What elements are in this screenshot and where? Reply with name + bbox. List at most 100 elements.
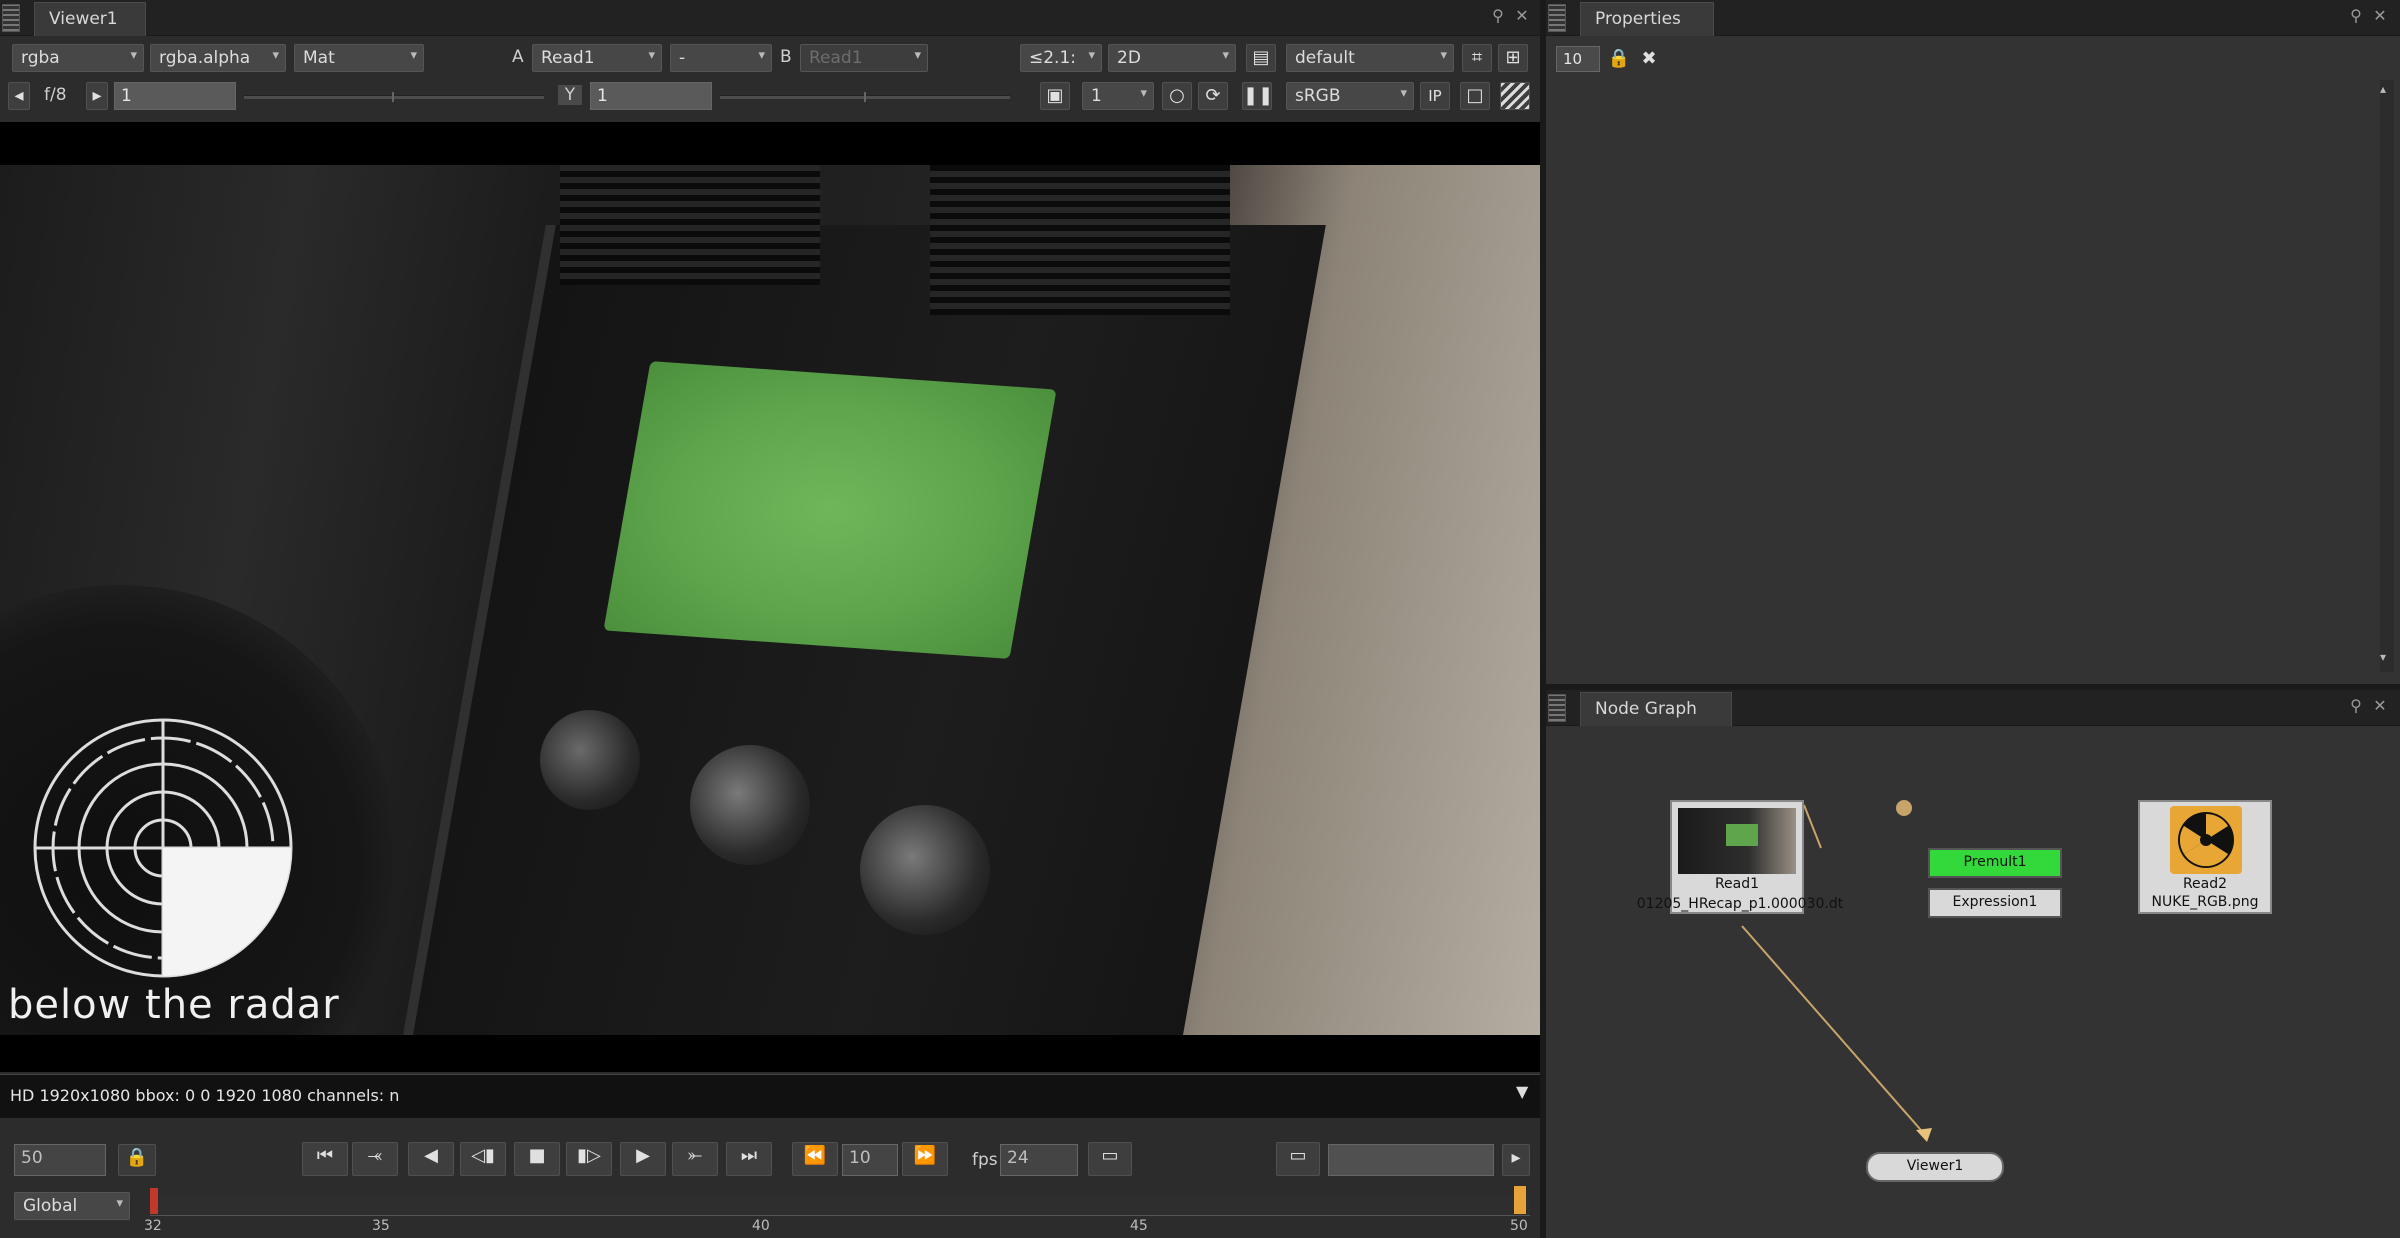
refresh-icon[interactable]: ⟳ xyxy=(1198,82,1228,110)
chevron-down-icon: ▾ xyxy=(1400,86,1407,101)
dot-label: Dot xyxy=(1904,794,1924,807)
tab-properties[interactable]: Properties xyxy=(1580,2,1714,36)
timeline-tick-label: 32 xyxy=(144,1218,162,1234)
fps-field[interactable]: 24 xyxy=(1000,1144,1078,1176)
lock-properties-icon[interactable]: 🔒 xyxy=(1606,46,1632,72)
frame-range-field[interactable] xyxy=(1328,1144,1494,1176)
proxy-value: 1 xyxy=(1091,86,1102,106)
viewer1-node-label: Viewer1 xyxy=(1906,1158,1964,1174)
timeline-track[interactable] xyxy=(150,1196,1530,1216)
flipbook-icon[interactable]: ▭ xyxy=(1276,1142,1320,1176)
node-read2[interactable]: Read2 NUKE_RGB.png xyxy=(2138,800,2272,914)
alpha-channel-dropdown[interactable]: rgba.alpha ▾ xyxy=(150,44,286,72)
preview-circle-icon[interactable]: ○ xyxy=(1162,82,1192,110)
increment-field[interactable]: 10 xyxy=(842,1144,898,1176)
input-b-dropdown[interactable]: Read1 ▾ xyxy=(800,44,928,72)
view-mode-dropdown[interactable]: 2D ▾ xyxy=(1108,44,1236,72)
skip-forward-icon[interactable]: ⏩ xyxy=(902,1142,948,1176)
properties-tabbar: Properties ⚲ ✕ xyxy=(1546,0,2400,36)
read2-label: Read2 xyxy=(2182,876,2228,892)
last-frame-icon[interactable]: ⏭ xyxy=(726,1142,772,1176)
lut-dropdown[interactable]: default ▾ xyxy=(1286,44,1454,72)
range-arrow-icon[interactable]: ▸ xyxy=(1502,1144,1530,1176)
footage-frame: below the radar xyxy=(0,165,1540,1035)
slider-tick xyxy=(392,92,394,102)
ip-button[interactable]: IP xyxy=(1420,82,1450,110)
proxy-dropdown[interactable]: 1 ▾ xyxy=(1082,82,1154,110)
play-forward-icon[interactable]: ▮▷ xyxy=(566,1142,612,1176)
close-panel-icon[interactable]: ✕ xyxy=(1512,6,1532,26)
scroll-down-icon[interactable]: ▾ xyxy=(2380,650,2386,664)
skip-back-icon[interactable]: ⏪ xyxy=(792,1142,838,1176)
read2-filename: NUKE_RGB.png xyxy=(2151,894,2259,910)
next-keyframe-icon[interactable]: ⤜ xyxy=(672,1142,718,1176)
gain-field[interactable]: 1 xyxy=(114,82,236,110)
colorspace-dropdown[interactable]: sRGB ▾ xyxy=(1286,82,1414,110)
tab-viewer1[interactable]: Viewer1 xyxy=(34,2,146,36)
read2-thumbnail xyxy=(2170,806,2242,874)
overlay-icon[interactable]: □ xyxy=(1460,82,1490,110)
input-b-value: Read1 xyxy=(809,48,863,68)
chevron-down-icon: ▾ xyxy=(130,48,137,63)
lut-value: default xyxy=(1295,48,1355,68)
pause-icon[interactable]: ❚❚ xyxy=(1242,82,1273,110)
roi-icon[interactable]: ⌗ xyxy=(1462,44,1492,72)
input-a-dropdown[interactable]: Read1 ▾ xyxy=(532,44,662,72)
clipboard-icon[interactable]: ▤ xyxy=(1246,44,1276,72)
max-panels-field[interactable]: 10 xyxy=(1556,46,1600,72)
float-panel-icon[interactable]: ⚲ xyxy=(2346,6,2366,26)
float-panel-icon[interactable]: ⚲ xyxy=(1488,6,1508,26)
fstop-decrease-icon[interactable]: ◂ xyxy=(8,82,30,110)
channels-value: rgba xyxy=(21,48,60,68)
chevron-down-icon: ▾ xyxy=(1222,48,1229,63)
channels-dropdown[interactable]: rgba ▾ xyxy=(12,44,144,72)
timeline-playhead[interactable] xyxy=(1514,1186,1526,1214)
gain-slider[interactable] xyxy=(244,95,544,99)
knob-center xyxy=(690,745,810,865)
alpha-channel-value: rgba.alpha xyxy=(159,48,251,68)
chevron-down-icon: ▾ xyxy=(410,48,417,63)
zoom-dropdown[interactable]: ≤2.1: ▾ xyxy=(1020,44,1102,72)
node-premult1[interactable]: Premult1 xyxy=(1928,848,2062,878)
next-frame-icon[interactable]: ▶ xyxy=(620,1142,666,1176)
striped-overlay-icon[interactable] xyxy=(1500,82,1530,110)
panel-grip-icon[interactable] xyxy=(1548,4,1566,32)
range-mode-value: Global xyxy=(23,1196,78,1216)
matte-dropdown[interactable]: Mat ▾ xyxy=(294,44,424,72)
read1-label: Read1 xyxy=(1714,876,1760,892)
fstop-increase-icon[interactable]: ▸ xyxy=(86,82,108,110)
green-screen-display xyxy=(603,361,1057,659)
wipe-icon[interactable]: ⊞ xyxy=(1498,44,1528,72)
input-a-label: A xyxy=(512,47,524,67)
prev-frame-icon[interactable]: ◀ xyxy=(408,1142,454,1176)
range-mode-dropdown[interactable]: Global ▾ xyxy=(14,1192,130,1220)
nuke-logo-icon xyxy=(2178,812,2234,868)
play-backward-icon[interactable]: ◁▮ xyxy=(460,1142,506,1176)
info-bar-menu-icon[interactable]: ▼ xyxy=(1516,1082,1528,1101)
close-panel-icon[interactable]: ✕ xyxy=(2370,6,2390,26)
expression1-label: Expression1 xyxy=(1952,894,2038,910)
slider-tick xyxy=(864,92,866,102)
fstop-label: f/8 xyxy=(44,85,67,105)
timeline-tick-label: 50 xyxy=(1510,1218,1528,1234)
read1-filename: 01205_HRecap_p1.000030.dt xyxy=(1636,896,1844,912)
composite-mode-dropdown[interactable]: - ▾ xyxy=(670,44,772,72)
first-frame-icon[interactable]: ⏮ xyxy=(302,1142,348,1176)
current-frame-field[interactable]: 50 xyxy=(14,1144,106,1176)
clear-properties-icon[interactable]: ✖ xyxy=(1636,46,1662,72)
proxy-icon[interactable]: ▣ xyxy=(1040,82,1070,110)
properties-scrollbar[interactable] xyxy=(2380,80,2394,672)
node-viewer1[interactable]: Viewer1 xyxy=(1866,1152,2004,1182)
node-expression1[interactable]: Expression1 xyxy=(1928,888,2062,918)
panel-grip-icon[interactable] xyxy=(2,4,20,32)
lock-icon[interactable]: 🔒 xyxy=(118,1144,156,1176)
scroll-up-icon[interactable]: ▴ xyxy=(2380,82,2386,96)
gamma-field[interactable]: 1 xyxy=(590,82,712,110)
air-vent-left xyxy=(560,165,820,285)
logo-caption: below the radar xyxy=(8,982,340,1028)
loop-mode-icon[interactable]: ▭ xyxy=(1088,1142,1132,1176)
prev-keyframe-icon[interactable]: ⤛ xyxy=(352,1142,398,1176)
chevron-down-icon: ▾ xyxy=(116,1196,123,1211)
chevron-down-icon: ▾ xyxy=(648,48,655,63)
stop-icon[interactable]: ■ xyxy=(514,1142,560,1176)
